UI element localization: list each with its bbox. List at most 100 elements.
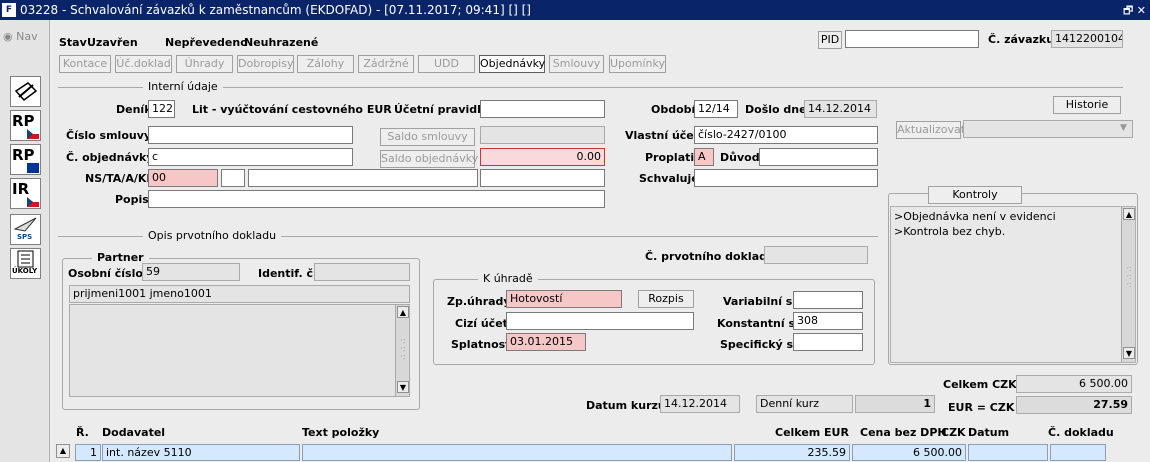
denik-field[interactable]: 122 bbox=[148, 100, 175, 118]
nav-toggle[interactable]: ◉ Nav bbox=[3, 30, 38, 43]
cz-flag-icon bbox=[27, 197, 39, 207]
table-row-datum[interactable] bbox=[968, 444, 1048, 461]
stav-value: Uzavřen bbox=[87, 36, 138, 49]
cizi-ucet-label: Cizí účet bbox=[455, 317, 508, 330]
saldo-objednavky-button[interactable]: Saldo objednávky bbox=[380, 150, 478, 168]
scroll-up-icon[interactable]: ▲ bbox=[1123, 208, 1135, 220]
kurz-quantity-field: 1 bbox=[855, 395, 935, 413]
a-field[interactable] bbox=[248, 169, 478, 187]
denni-kurz-field: Denní kurz bbox=[756, 395, 853, 413]
pid-button[interactable]: PID bbox=[818, 31, 842, 49]
tab-smlouvy[interactable]: Smlouvy bbox=[549, 55, 604, 73]
pid-field[interactable] bbox=[845, 30, 979, 48]
rp-eu-button[interactable]: RP bbox=[10, 144, 41, 175]
scroll-grip-icon[interactable]: ·: ·: ·: bbox=[1123, 265, 1135, 289]
popis-field[interactable] bbox=[148, 190, 605, 208]
nav-label: Nav bbox=[16, 30, 38, 43]
kontroly-message: >Objednávka není v evidenci bbox=[894, 210, 1056, 223]
eur-czk-label: EUR = CZK bbox=[948, 401, 1015, 414]
tab-upominky[interactable]: Upomínky bbox=[609, 55, 666, 73]
tab-uc-doklad[interactable]: Úč.doklad bbox=[115, 55, 172, 73]
c-objednavky-label: Č. objednávky bbox=[66, 151, 154, 164]
konstantni-field[interactable]: 308 bbox=[793, 312, 863, 330]
doslo-dne-field: 14.12.2014 bbox=[804, 100, 877, 118]
c-prvotniho-field bbox=[764, 246, 868, 264]
rp-cz-button[interactable]: RP bbox=[10, 110, 41, 141]
kontroly-button[interactable]: Kontroly bbox=[928, 186, 1022, 204]
table-row-celkem[interactable]: 235.59 bbox=[734, 444, 850, 461]
table-row-text[interactable] bbox=[302, 444, 732, 461]
saldo-smlouvy-button[interactable]: Saldo smlouvy bbox=[380, 128, 475, 146]
obdobi-field[interactable]: 12/14 bbox=[694, 100, 738, 118]
address-scrollbar[interactable]: ▲ ·: ·: ·: ▼ bbox=[395, 305, 409, 396]
tab-zalohy[interactable]: Zálohy bbox=[297, 55, 354, 73]
datum-kurzu-label: Datum kurzu bbox=[586, 399, 666, 412]
tab-zadrzne[interactable]: Zádržné bbox=[358, 55, 414, 73]
scroll-up-icon[interactable]: ▲ bbox=[397, 306, 409, 318]
tab-uhrady[interactable]: Úhrady bbox=[176, 55, 233, 73]
stav-label: Stav bbox=[59, 36, 87, 49]
table-row-doklad[interactable] bbox=[1050, 444, 1106, 461]
proplatit-field[interactable]: A bbox=[694, 148, 714, 166]
cizi-ucet-field[interactable] bbox=[506, 312, 694, 330]
ir-cz-button[interactable]: IR bbox=[10, 178, 41, 209]
kontroly-message: >Kontrola bez chyb. bbox=[894, 225, 1006, 238]
vlastni-ucet-field[interactable]: číslo-2427/0100 bbox=[694, 126, 878, 144]
variabilni-label: Variabilní s. bbox=[723, 295, 797, 308]
sps-button[interactable]: SPS bbox=[10, 214, 41, 245]
tab-objednavky[interactable]: Objednávky bbox=[479, 55, 545, 73]
historie-button[interactable]: Historie bbox=[1053, 96, 1121, 114]
kontroly-scrollbar[interactable]: ▲ ·: ·: ·: ▼ bbox=[1121, 207, 1135, 362]
schvaluje-field[interactable] bbox=[694, 169, 878, 187]
scroll-down-icon[interactable]: ▼ bbox=[397, 381, 409, 393]
window-title: 03228 - Schvalování závazků k zaměstnanc… bbox=[20, 3, 531, 17]
table-row-r[interactable]: 1 bbox=[75, 444, 101, 461]
cislo-smlouvy-field[interactable] bbox=[148, 126, 353, 144]
table-row-dodavatel[interactable]: int. název 5110 bbox=[102, 444, 300, 461]
grid-header-datum: Datum bbox=[968, 426, 1010, 439]
splatnost-label: Splatnost bbox=[451, 338, 511, 351]
grid-scroll-up-icon[interactable]: ▲ bbox=[56, 444, 70, 458]
tasks-label: ÚKOLY bbox=[12, 267, 38, 275]
duvod-field[interactable] bbox=[759, 148, 878, 166]
identif-field bbox=[314, 263, 410, 281]
opis-section-title: Opis prvotního dokladu bbox=[143, 229, 282, 242]
grid-header-cena: Cena bez DPH bbox=[860, 426, 947, 439]
scroll-down-icon[interactable]: ▼ bbox=[1123, 347, 1135, 359]
k-uhrade-title: K úhradě bbox=[478, 272, 538, 285]
tab-dobropisy[interactable]: Dobropisy bbox=[237, 55, 294, 73]
c-prvotniho-label: Č. prvotního dokladu bbox=[645, 250, 775, 263]
rozpis-button[interactable]: Rozpis bbox=[638, 290, 694, 308]
schvaluje-label: Schvaluje bbox=[639, 172, 699, 185]
neuhrazene-status: Neuhrazené bbox=[244, 36, 319, 49]
window-controls[interactable]: 🗗 ✕ bbox=[1123, 2, 1146, 21]
specificky-field[interactable] bbox=[793, 333, 863, 351]
osobni-cislo-label: Osobní číslo bbox=[68, 267, 143, 280]
variabilni-field[interactable] bbox=[793, 291, 863, 309]
ta-field[interactable] bbox=[221, 169, 245, 187]
table-row-cena[interactable]: 6 500.00 bbox=[852, 444, 966, 461]
ucetni-pravidlo-field[interactable] bbox=[480, 100, 605, 118]
aktualizovat-select[interactable] bbox=[963, 120, 1133, 138]
scroll-grip-icon[interactable]: ·: ·: ·: bbox=[397, 337, 409, 361]
edit-document-button[interactable] bbox=[10, 76, 41, 107]
interni-section-title: Interní údaje bbox=[143, 80, 223, 93]
eur-czk-field: 27.59 bbox=[1016, 396, 1132, 414]
celkem-czk-field: 6 500.00 bbox=[1016, 375, 1132, 393]
tab-kontace[interactable]: Kontace bbox=[59, 55, 111, 73]
datum-kurzu-field: 14.12.2014 bbox=[660, 395, 740, 413]
zp-uhrady-field[interactable]: Hotovostí bbox=[506, 290, 622, 308]
tab-udd[interactable]: UDD bbox=[418, 55, 475, 73]
ns-field[interactable]: 00 bbox=[148, 169, 218, 187]
title-bar: F 03228 - Schvalování závazků k zaměstna… bbox=[0, 0, 1150, 20]
duvod-label: Důvod bbox=[720, 151, 760, 164]
splatnost-field[interactable]: 03.01.2015 bbox=[506, 333, 586, 351]
aktualizovat-button[interactable]: Aktualizovat bbox=[896, 121, 965, 139]
c-objednavky-field[interactable]: c bbox=[148, 148, 353, 166]
tasks-button[interactable]: ÚKOLY bbox=[10, 248, 41, 279]
partner-name-field: prijmeni1001 jmeno1001 bbox=[69, 285, 410, 303]
radio-icon: ◉ bbox=[3, 30, 13, 43]
identif-label: Identif. č. bbox=[258, 267, 318, 280]
grid-header-dodavatel: Dodavatel bbox=[102, 426, 166, 439]
kp-field[interactable] bbox=[480, 169, 605, 187]
